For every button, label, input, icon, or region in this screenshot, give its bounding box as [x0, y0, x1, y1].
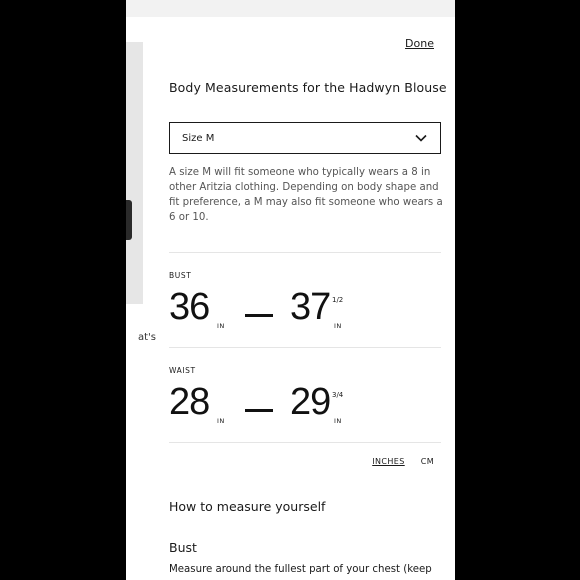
- product-image: [126, 42, 143, 304]
- panel-title: Body Measurements for the Hadwyn Blouse: [169, 80, 447, 95]
- waist-high-fraction: 3/4: [332, 391, 344, 399]
- measurements-panel: Done Body Measurements for the Hadwyn Bl…: [156, 17, 455, 580]
- waist-high-unit: IN: [334, 417, 342, 425]
- waist-measurement: 28 IN 29 3/4 IN: [169, 379, 441, 429]
- bust-high-fraction: 1/2: [332, 296, 344, 304]
- divider: [169, 252, 441, 253]
- letterbox-right: [455, 0, 580, 580]
- size-description: A size M will fit someone who typically …: [169, 167, 443, 223]
- bust-instructions: Measure around the fullest part of your …: [169, 564, 432, 575]
- cm-toggle[interactable]: CM: [421, 457, 434, 466]
- waist-low-value: 28: [169, 381, 210, 423]
- size-select-value: Size M: [182, 132, 215, 144]
- bust-high-unit: IN: [334, 322, 342, 330]
- product-image-detail: [126, 200, 132, 240]
- size-select[interactable]: Size M: [169, 122, 441, 154]
- inches-toggle[interactable]: INCHES: [372, 457, 404, 466]
- background-header: [126, 0, 455, 17]
- range-dash: [245, 314, 273, 317]
- done-button[interactable]: Done: [405, 37, 434, 50]
- waist-high-value: 29: [290, 381, 331, 423]
- bust-low-unit: IN: [217, 322, 225, 330]
- bust-high-value: 37: [290, 286, 331, 328]
- bust-low-value: 36: [169, 286, 210, 328]
- background-text: at's: [137, 332, 156, 343]
- chevron-down-icon: [415, 134, 427, 142]
- waist-label: WAIST: [169, 366, 196, 375]
- range-dash: [245, 409, 273, 412]
- divider: [169, 347, 441, 348]
- letterbox-left: [0, 0, 126, 580]
- how-to-measure-heading: How to measure yourself: [169, 499, 326, 514]
- divider: [169, 442, 441, 443]
- waist-low-unit: IN: [217, 417, 225, 425]
- bust-label: BUST: [169, 271, 192, 280]
- bust-heading: Bust: [169, 540, 197, 555]
- unit-toggle: INCHES CM: [372, 457, 434, 466]
- bust-measurement: 36 IN 37 1/2 IN: [169, 284, 441, 334]
